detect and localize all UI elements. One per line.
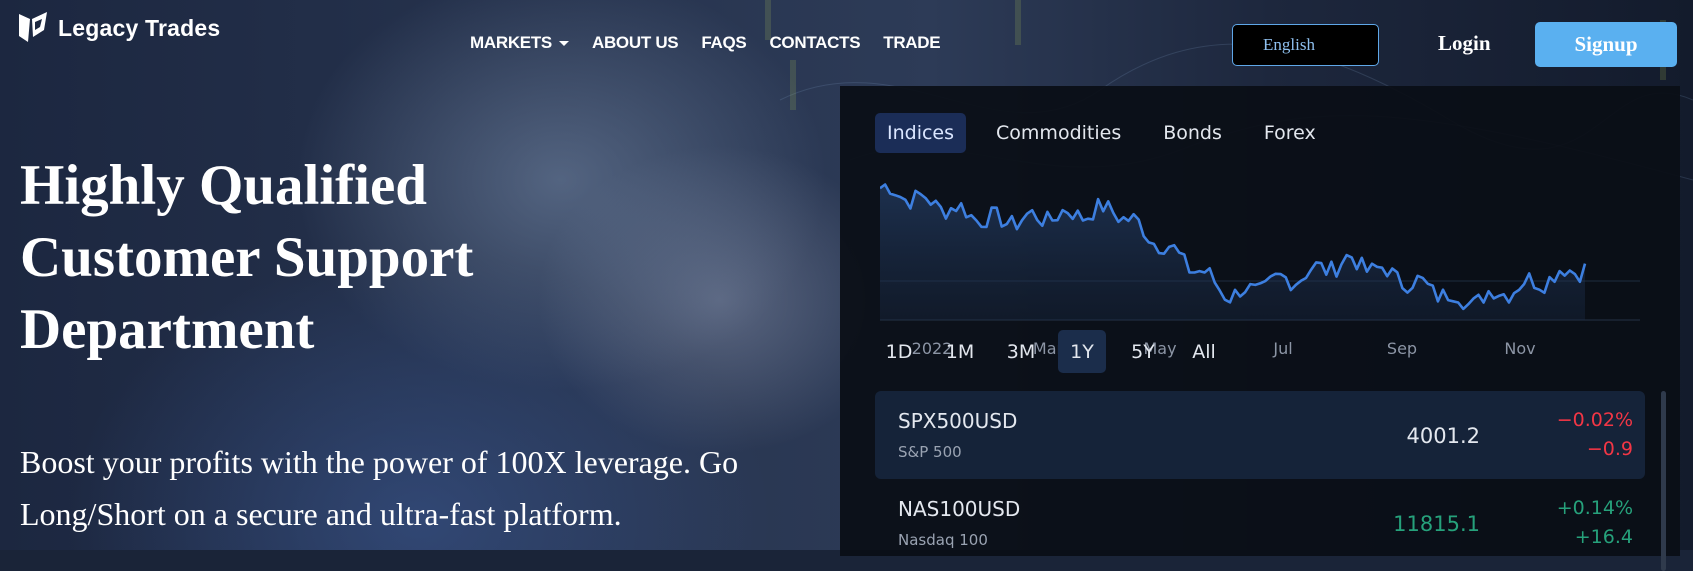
login-button[interactable]: Login — [1438, 31, 1491, 56]
quote-change-value: −0.9 — [1586, 438, 1633, 460]
nav-markets-label: MARKETS — [470, 33, 552, 52]
quote-name: S&P 500 — [898, 443, 962, 461]
main-nav: MARKETS ABOUT US FAQS CONTACTS TRADE — [470, 33, 963, 53]
shield-logo-icon — [19, 12, 47, 42]
tab-commodities[interactable]: Commodities — [984, 113, 1133, 153]
quotes-scrollbar[interactable] — [1661, 391, 1666, 571]
nav-faqs[interactable]: FAQS — [701, 33, 746, 53]
range-all[interactable]: All — [1180, 330, 1228, 373]
tab-forex[interactable]: Forex — [1252, 113, 1328, 153]
range-5y[interactable]: 5Y — [1119, 330, 1167, 373]
market-tabs: Indices Commodities Bonds Forex — [875, 113, 1346, 153]
chart-x-tick-label: Sep — [1387, 339, 1417, 358]
brand-logo[interactable]: Legacy Trades — [16, 10, 220, 46]
chart-area-fill — [880, 184, 1585, 320]
chart-x-tick-label: Nov — [1504, 339, 1535, 358]
time-range-selector: 1D 1M 3M 1Y 5Y All — [875, 330, 1241, 373]
chart-x-tick-label: Jul — [1272, 339, 1292, 358]
signup-button[interactable]: Signup — [1535, 22, 1677, 67]
hero-subtext: Boost your profits with the power of 100… — [20, 444, 739, 532]
range-1d[interactable]: 1D — [875, 330, 923, 373]
nav-about-us[interactable]: ABOUT US — [592, 33, 679, 53]
quote-price: 4001.2 — [1406, 424, 1480, 448]
quote-price: 11815.1 — [1393, 512, 1480, 536]
range-1y[interactable]: 1Y — [1058, 330, 1106, 373]
tab-bonds[interactable]: Bonds — [1151, 113, 1234, 153]
market-overview-widget: Indices Commodities Bonds Forex 2022 Mar M… — [840, 86, 1680, 571]
quote-change-percent: −0.02% — [1556, 409, 1633, 431]
nav-markets[interactable]: MARKETS — [470, 33, 569, 53]
nav-contacts[interactable]: CONTACTS — [769, 33, 860, 53]
hero-headline: Highly Qualified Customer Support Depart… — [20, 154, 474, 361]
quote-row-nas100[interactable]: NAS100USD Nasdaq 100 11815.1 +0.14% +16.… — [875, 479, 1645, 567]
quote-symbol: NAS100USD — [898, 497, 1021, 521]
quote-change-percent: +0.14% — [1556, 497, 1633, 519]
range-3m[interactable]: 3M — [997, 330, 1045, 373]
language-select[interactable]: English — [1232, 24, 1379, 66]
quote-row-spx500[interactable]: SPX500USD S&P 500 4001.2 −0.02% −0.9 — [875, 391, 1645, 479]
nav-trade[interactable]: TRADE — [883, 33, 940, 53]
quote-change-value: +16.4 — [1574, 526, 1633, 548]
tab-indices[interactable]: Indices — [875, 113, 967, 153]
quote-name: Nasdaq 100 — [898, 531, 988, 549]
chevron-down-icon — [558, 40, 569, 46]
brand-name: Legacy Trades — [58, 14, 221, 41]
quote-symbol: SPX500USD — [898, 409, 1018, 433]
range-1m[interactable]: 1M — [936, 330, 984, 373]
